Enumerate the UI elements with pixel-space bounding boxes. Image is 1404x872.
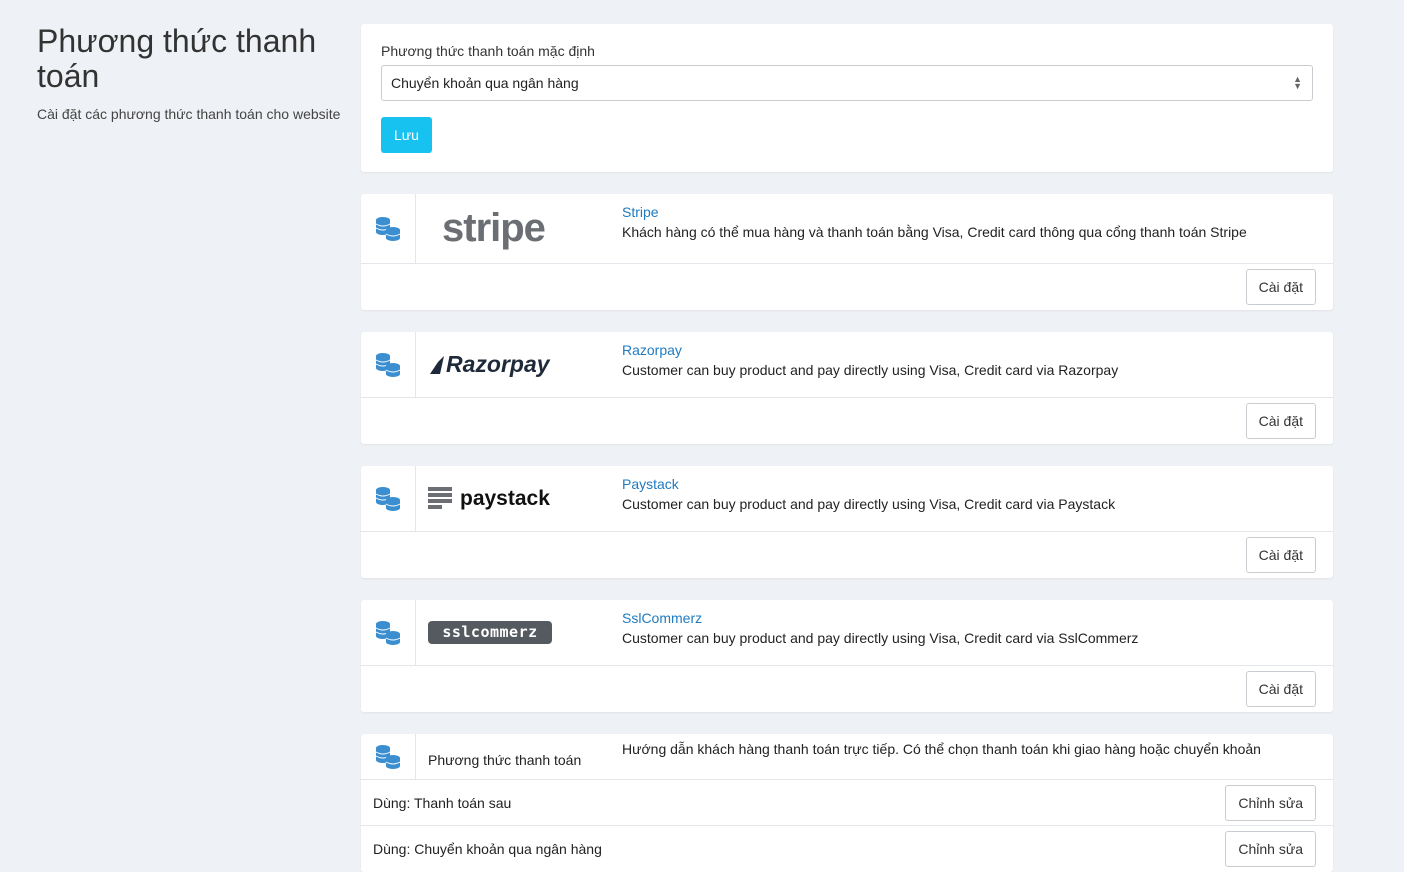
install-paystack-button[interactable]: Cài đặt (1245, 537, 1316, 573)
offline-method-description: Hướng dẫn khách hàng thanh toán trực tiế… (622, 741, 1261, 757)
method-description: Customer can buy product and pay directl… (622, 630, 1139, 646)
default-method-select[interactable]: Chuyển khoản qua ngân hàng ▲ ▼ (381, 65, 1313, 101)
method-name-sslcommerz[interactable]: SslCommerz (622, 610, 1138, 626)
install-sslcommerz-button[interactable]: Cài đặt (1245, 671, 1316, 707)
method-card-paystack: paystack Paystack Customer can buy produ… (361, 466, 1333, 578)
coins-stack-icon (361, 600, 416, 665)
install-razorpay-button[interactable]: Cài đặt (1245, 403, 1316, 439)
default-method-card: Phương thức thanh toán mặc định Chuyển k… (361, 24, 1333, 172)
default-method-selected: Chuyển khoản qua ngân hàng (391, 75, 579, 91)
method-name-razorpay[interactable]: Razorpay (622, 342, 1118, 358)
method-description: Customer can buy product and pay directl… (622, 496, 1116, 512)
coins-stack-icon (361, 194, 416, 263)
select-arrows-icon: ▲ ▼ (1293, 74, 1302, 91)
default-method-label: Phương thức thanh toán mặc định (381, 43, 595, 59)
paystack-mark-icon (428, 486, 452, 509)
page-header: Phương thức thanh toán Cài đặt các phươn… (37, 23, 347, 123)
offline-option-label: Dùng: Thanh toán sau (373, 794, 512, 811)
method-description: Khách hàng có thể mua hàng và thanh toán… (622, 224, 1247, 240)
razorpay-mark-icon (430, 355, 444, 374)
method-card-razorpay: Razorpay Razorpay Customer can buy produ… (361, 332, 1333, 444)
coins-stack-icon (361, 466, 416, 531)
offline-option-row: Dùng: Thanh toán sau Chỉnh sửa (361, 780, 1333, 826)
save-button[interactable]: Lưu (381, 117, 432, 153)
settings-panel: Phương thức thanh toán mặc định Chuyển k… (361, 24, 1333, 872)
edit-pay-later-button[interactable]: Chỉnh sửa (1225, 784, 1316, 821)
method-card-stripe: stripe Stripe Khách hàng có thể mua hàng… (361, 194, 1333, 310)
method-card-offline: Phương thức thanh toán Hướng dẫn khách h… (361, 734, 1333, 872)
method-card-sslcommerz: sslcommerz SslCommerz Customer can buy p… (361, 600, 1333, 712)
edit-bank-transfer-button[interactable]: Chỉnh sửa (1225, 831, 1316, 867)
coins-stack-icon (361, 332, 416, 397)
coins-stack-icon (361, 734, 416, 779)
stripe-logo: stripe (442, 206, 546, 250)
razorpay-logo: Razorpay (416, 332, 622, 397)
page-subtitle: Cài đặt các phương thức thanh toán cho w… (37, 106, 341, 122)
install-stripe-button[interactable]: Cài đặt (1245, 269, 1316, 305)
sslcommerz-logo: sslcommerz (416, 600, 622, 665)
page-title: Phương thức thanh toán (37, 23, 317, 94)
method-description: Customer can buy product and pay directl… (622, 362, 1119, 378)
offline-option-row: Dùng: Chuyển khoản qua ngân hàng Chỉnh s… (361, 826, 1333, 872)
paystack-logo: paystack (416, 466, 622, 531)
method-name-paystack[interactable]: Paystack (622, 476, 1115, 492)
offline-method-label: Phương thức thanh toán (428, 751, 582, 768)
method-name-stripe[interactable]: Stripe (622, 204, 1247, 220)
